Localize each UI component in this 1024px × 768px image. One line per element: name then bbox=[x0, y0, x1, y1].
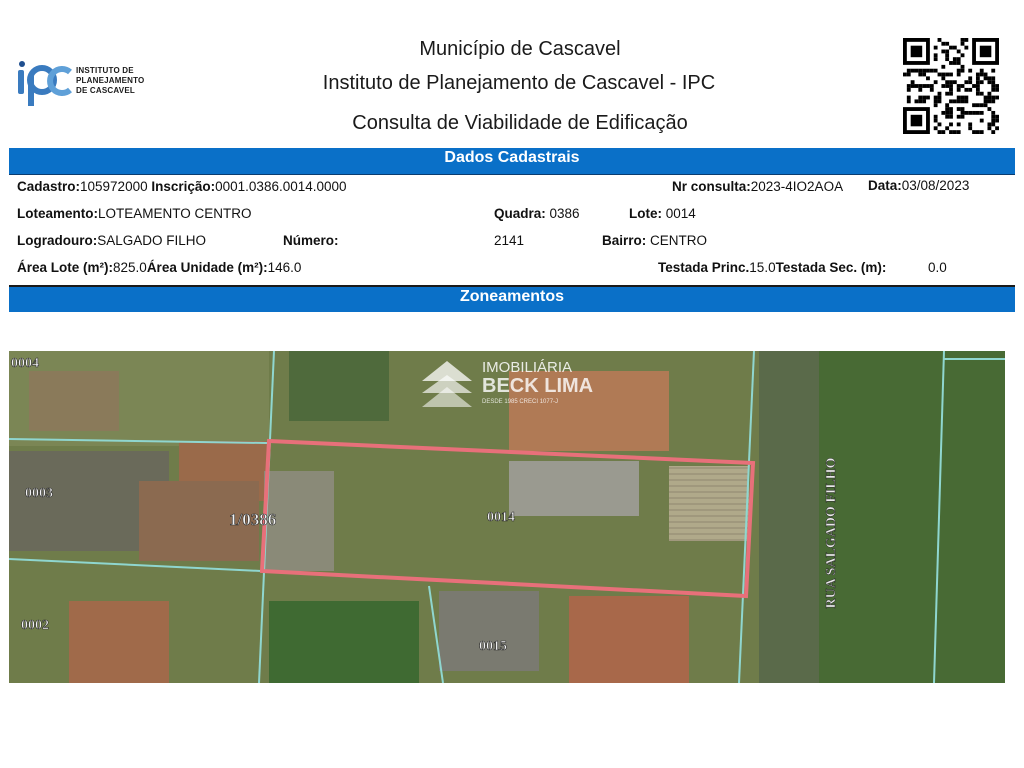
lote-field: Lote: 0014 bbox=[629, 206, 696, 221]
testada-princ-value: 15.0 bbox=[749, 260, 776, 275]
street bbox=[759, 351, 819, 683]
testada-princ-label: Testada Princ. bbox=[658, 260, 750, 275]
numero-label: Número: bbox=[283, 233, 339, 248]
watermark-line-3: DESDE 1985 CRECI 1077-J bbox=[482, 399, 559, 405]
section-header-cadastral: Dados Cadastrais bbox=[9, 148, 1015, 175]
cadastro-field: Cadastro:105972000 Inscrição:0001.0386.0… bbox=[17, 179, 347, 194]
inscricao-value: 0001.0386.0014.0000 bbox=[215, 179, 347, 194]
tree-canopy bbox=[819, 351, 1005, 683]
quadra-label: Quadra: bbox=[494, 206, 546, 221]
cadastro-label: Cadastro: bbox=[17, 179, 81, 194]
lot-label: 0004 bbox=[11, 356, 39, 371]
area-unidade-value: 146.0 bbox=[267, 260, 302, 275]
area-field: Área Lote (m²):825.0Área Unidade (m²):14… bbox=[17, 260, 301, 275]
numero-value: 2141 bbox=[494, 233, 525, 248]
lote-label: Lote: bbox=[629, 206, 662, 221]
testada-sec-value: 0.0 bbox=[928, 260, 947, 275]
bairro-value: CENTRO bbox=[650, 233, 708, 248]
bairro-label: Bairro: bbox=[602, 233, 647, 248]
qr-code bbox=[903, 38, 999, 134]
watermark-line-2: BECK LIMA bbox=[482, 375, 594, 397]
street-label: RUA SALGADO FILHO bbox=[824, 457, 839, 608]
municipality-title: Município de Cascavel bbox=[419, 38, 621, 60]
watermark-line-1: IMOBILIÁRIA bbox=[482, 359, 573, 376]
loteamento-label: Loteamento: bbox=[17, 206, 98, 221]
lot-label: 1/0386 bbox=[229, 510, 276, 529]
bairro-field: Bairro: CENTRO bbox=[602, 233, 707, 248]
lot-label: 0014 bbox=[487, 510, 515, 525]
testada-sec-label: Testada Sec. (m): bbox=[775, 260, 887, 275]
lot-label: 0015 bbox=[479, 639, 507, 654]
watermark: IMOBILIÁRIA BECK LIMA DESDE 1985 CRECI 1… bbox=[420, 357, 600, 411]
logradouro-field: Logradouro:SALGADO FILHO bbox=[17, 233, 206, 248]
quadra-value: 0386 bbox=[549, 206, 580, 221]
institute-title: Instituto de Planejamento de Cascavel - … bbox=[322, 72, 716, 94]
area-unidade-label: Área Unidade (m²): bbox=[146, 260, 268, 275]
watermark-logo-icon bbox=[422, 361, 472, 407]
area-lote-value: 825.0 bbox=[113, 260, 147, 275]
loteamento-field: Loteamento:LOTEAMENTO CENTRO bbox=[17, 206, 252, 221]
tree-canopy bbox=[289, 351, 389, 421]
cadastro-value: 105972000 bbox=[80, 179, 148, 194]
lot-label: 0002 bbox=[21, 618, 49, 633]
roof-block bbox=[569, 596, 689, 683]
logradouro-value: SALGADO FILHO bbox=[97, 233, 207, 248]
numero-label-cell: Número: bbox=[283, 233, 339, 248]
area-lote-label: Área Lote (m²): bbox=[17, 260, 114, 275]
data-label: Data: bbox=[868, 178, 902, 193]
tree-canopy bbox=[269, 601, 419, 683]
roof-block bbox=[69, 601, 169, 683]
roof-block bbox=[669, 466, 749, 541]
nr-consulta-label: Nr consulta: bbox=[672, 179, 751, 194]
lot-label: 0003 bbox=[25, 486, 53, 501]
nr-consulta-field: Nr consulta:2023-4IO2AOA bbox=[672, 179, 843, 194]
loteamento-value: LOTEAMENTO CENTRO bbox=[98, 206, 252, 221]
logradouro-label: Logradouro: bbox=[17, 233, 98, 248]
roof-block bbox=[29, 371, 119, 431]
roof-block bbox=[509, 461, 639, 516]
section-header-zoning: Zoneamentos bbox=[9, 285, 1015, 312]
inscricao-label: Inscrição: bbox=[151, 179, 216, 194]
document-title: Consulta de Viabilidade de Edificação bbox=[352, 112, 688, 134]
testada-field: Testada Princ.15.0Testada Sec. (m): bbox=[658, 260, 886, 275]
data-field: Data:03/08/2023 bbox=[868, 178, 969, 193]
lote-value: 0014 bbox=[665, 206, 696, 221]
nr-consulta-value: 2023-4IO2AOA bbox=[750, 179, 844, 194]
roof-block bbox=[439, 591, 539, 671]
quadra-field: Quadra: 0386 bbox=[494, 206, 580, 221]
data-value: 03/08/2023 bbox=[901, 178, 970, 193]
